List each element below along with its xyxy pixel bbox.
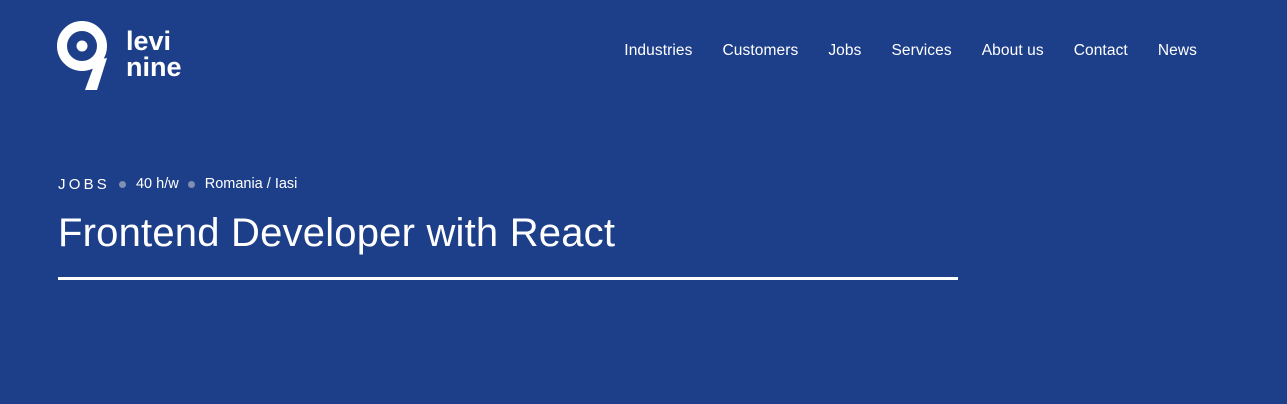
job-location: Romania / Iasi [204,176,298,192]
nav-item-customers[interactable]: Customers [722,42,798,60]
nav-item-services[interactable]: Services [891,42,951,60]
job-hours: 40 h/w [135,176,179,192]
job-title: Frontend Developer with React [58,211,616,255]
job-meta: JOBS 40 h/w Romania / Iasi [58,175,297,193]
nav-item-contact[interactable]: Contact [1074,42,1128,60]
title-underline [58,277,958,280]
job-section-label: JOBS [58,175,110,193]
nav-item-jobs[interactable]: Jobs [828,42,861,60]
logo-mark-icon: levi nine [57,21,182,90]
separator-dot-icon [187,180,195,188]
logo-text-nine: nine [126,52,182,82]
main-nav: Industries Customers Jobs Services About… [624,41,1197,61]
levi9-logo[interactable]: levi nine [56,20,206,92]
nav-item-industries[interactable]: Industries [624,42,692,60]
page: levi nine Industries Customers Jobs Serv… [0,0,1287,404]
separator-dot-icon [118,180,126,188]
nav-item-about-us[interactable]: About us [982,42,1044,60]
nav-item-news[interactable]: News [1158,42,1197,60]
